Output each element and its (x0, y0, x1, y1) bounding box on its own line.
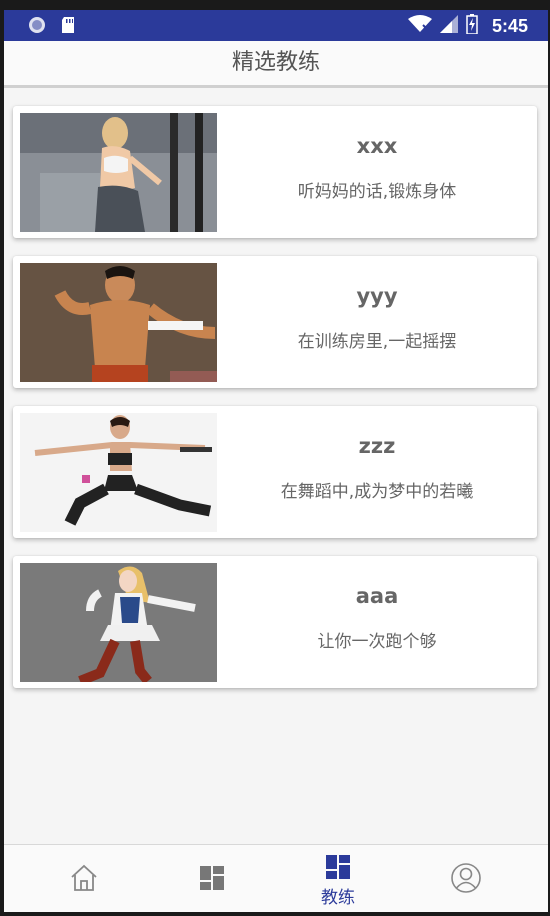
woman-yoga-photo (20, 413, 217, 532)
circle-icon (28, 16, 46, 38)
dashboard-icon (199, 865, 225, 895)
nav-item-coach[interactable]: 教练 (270, 845, 406, 912)
anime-girl-photo (20, 563, 217, 682)
man-muscle-photo (20, 263, 217, 382)
woman-gym-photo (20, 113, 217, 232)
coach-card[interactable]: xxx 听妈妈的话,锻炼身体 (13, 106, 537, 238)
coach-description: 在舞蹈中,成为梦中的若曦 (280, 482, 474, 502)
coach-description: 让你一次跑个够 (317, 632, 437, 652)
dashboard-icon (325, 854, 351, 884)
nav-item-home[interactable] (16, 845, 152, 912)
coach-name: yyy (356, 284, 398, 308)
user-icon (450, 862, 482, 898)
nav-item-grid[interactable] (144, 845, 280, 912)
bottom-navigation: 教练 (4, 844, 548, 912)
coach-card[interactable]: zzz 在舞蹈中,成为梦中的若曦 (13, 406, 537, 538)
coach-card[interactable]: yyy 在训练房里,一起摇摆 (13, 256, 537, 388)
coach-description: 在训练房里,一起摇摆 (297, 332, 457, 352)
wifi-icon (407, 15, 432, 37)
page-title: 精选教练 (231, 50, 320, 75)
status-time: 5:45 (491, 15, 528, 36)
nav-label-coach: 教练 (321, 888, 355, 908)
coach-name: aaa (355, 584, 399, 608)
coach-name: zzz (358, 434, 396, 458)
coach-description: 听妈妈的话,锻炼身体 (297, 182, 457, 202)
signal-icon (439, 15, 458, 37)
status-bar: 5:45 (4, 10, 548, 41)
home-icon (69, 863, 99, 897)
coach-name: xxx (356, 134, 398, 158)
battery-charging-icon (466, 14, 478, 38)
sd-card-icon (60, 16, 76, 38)
nav-item-profile[interactable] (398, 845, 534, 912)
coach-card[interactable]: aaa 让你一次跑个够 (13, 556, 537, 688)
app-screen: 5:45 精选教练 xxx 听妈妈的话,锻炼身体 yyy 在训练房里,一起摇摆 … (4, 10, 548, 912)
title-bar: 精选教练 (4, 41, 548, 88)
